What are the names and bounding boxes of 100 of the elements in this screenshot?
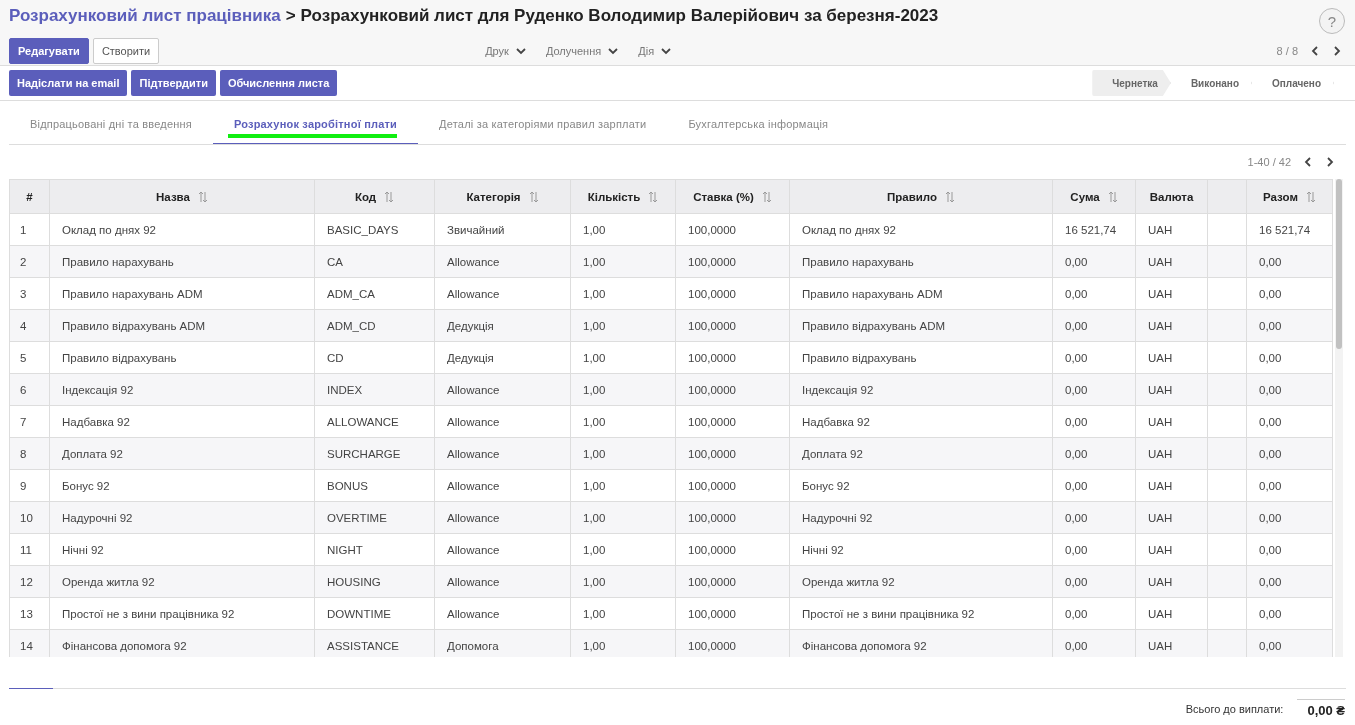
column-header[interactable]: Сума <box>1052 179 1136 214</box>
menu-label[interactable]: Друк <box>485 45 509 57</box>
table-cell: Allowance <box>434 533 571 566</box>
table-cell: Правило нарахувань ADM <box>49 277 315 310</box>
menu-label[interactable]: Долучення <box>545 45 602 57</box>
table-cell: 1,00 <box>570 245 676 278</box>
table-cell: 8 <box>9 437 50 470</box>
action-button[interactable]: Обчислення листа <box>219 70 338 96</box>
table-cell: 3 <box>9 277 50 310</box>
table-cell: 100,0000 <box>675 437 790 470</box>
table-cell: 10 <box>9 501 50 534</box>
table-cell: Звичайний <box>434 213 571 246</box>
table-cell: Allowance <box>434 501 571 534</box>
create-button[interactable]: Створити <box>92 38 160 64</box>
table-cell: 100,0000 <box>675 469 790 502</box>
tab[interactable]: Деталі за категоріями правил зарплати <box>418 118 668 144</box>
table-cell: 6 <box>9 373 50 406</box>
column-header[interactable]: Кількість <box>570 179 676 214</box>
table-cell: Правило відрахувань <box>49 341 315 374</box>
action-button[interactable]: Надіслати на email <box>9 70 128 96</box>
tab[interactable]: Бухгалтерська інформація <box>667 118 850 144</box>
chevron-down-icon[interactable] <box>608 46 619 56</box>
table-cell: Оренда житла 92 <box>49 565 315 598</box>
column-header[interactable]: Правило <box>789 179 1053 214</box>
table-cell: SURCHARGE <box>314 437 435 470</box>
table-cell: 100,0000 <box>675 373 790 406</box>
table-cell: Дедукція <box>434 309 571 342</box>
table-cell: 0,00 <box>1246 341 1333 374</box>
previous-icon[interactable] <box>1310 46 1320 56</box>
table-cell: 100,0000 <box>675 277 790 310</box>
table-cell: 1,00 <box>570 629 676 657</box>
column-header[interactable]: Разом <box>1246 179 1333 214</box>
table-cell: 1,00 <box>570 501 676 534</box>
table-cell: 0,00 <box>1052 597 1136 630</box>
table-cell <box>1207 469 1247 502</box>
column-header[interactable]: Ставка (%) <box>675 179 790 214</box>
table-cell: 0,00 <box>1246 469 1333 502</box>
table-cell: Правило нарахувань <box>49 245 315 278</box>
table-cell: 100,0000 <box>675 597 790 630</box>
table-cell: 13 <box>9 597 50 630</box>
table-cell: ALLOWANCE <box>314 405 435 438</box>
table-cell: 1,00 <box>570 277 676 310</box>
chevron-down-icon[interactable] <box>515 46 526 56</box>
edit-button[interactable]: Редагувати <box>9 38 89 64</box>
table-cell: Індексація 92 <box>49 373 315 406</box>
table-cell: 0,00 <box>1246 437 1333 470</box>
table-cell <box>1207 341 1247 374</box>
table-cell: Правило відрахувань ADM <box>789 309 1053 342</box>
sort-icon <box>1305 191 1316 203</box>
table-cell: UAH <box>1135 309 1208 342</box>
help-button[interactable]: ? <box>1319 8 1345 34</box>
table-cell: UAH <box>1135 437 1208 470</box>
column-header: Валюта <box>1135 179 1208 214</box>
table-cell: 100,0000 <box>675 309 790 342</box>
table-cell: Оклад по днях 92 <box>789 213 1053 246</box>
table-cell: Allowance <box>434 469 571 502</box>
table-cell: 7 <box>9 405 50 438</box>
table-cell: 0,00 <box>1246 405 1333 438</box>
table-cell: Допомога <box>434 629 571 657</box>
next-icon[interactable] <box>1332 46 1342 56</box>
pager-counter: 1-40 / 42 <box>1247 155 1291 168</box>
table-cell: UAH <box>1135 341 1208 374</box>
column-header[interactable]: Назва <box>49 179 315 214</box>
table-cell: Оренда житла 92 <box>789 565 1053 598</box>
tab[interactable]: Відпрацьовані дні та введення <box>9 118 213 144</box>
table-cell: 100,0000 <box>675 213 790 246</box>
table-cell: Allowance <box>434 373 571 406</box>
pager-counter: 8 / 8 <box>1276 45 1298 57</box>
tab[interactable]: Розрахунок заробітної плати <box>212 118 419 144</box>
table-cell: INDEX <box>314 373 435 406</box>
status-step[interactable]: Чернетка <box>1092 70 1171 96</box>
chevron-down-icon[interactable] <box>661 46 672 56</box>
table-cell: 2 <box>9 245 50 278</box>
column-header[interactable]: Код <box>314 179 435 214</box>
total-label: Всього до виплати: <box>1185 702 1284 715</box>
table-cell: 0,00 <box>1052 341 1136 374</box>
next-icon[interactable] <box>1325 156 1335 167</box>
table-cell: Правило нарахувань <box>789 245 1053 278</box>
table-cell: 1,00 <box>570 597 676 630</box>
table-cell: Правило нарахувань ADM <box>789 277 1053 310</box>
menu-label[interactable]: Дія <box>638 45 655 57</box>
table-cell: CD <box>314 341 435 374</box>
table-cell: Правило відрахувань ADM <box>49 309 315 342</box>
table-cell: Доплата 92 <box>789 437 1053 470</box>
table-cell: Простої не з вини працівника 92 <box>49 597 315 630</box>
table-cell: 1,00 <box>570 309 676 342</box>
table-cell: HOUSING <box>314 565 435 598</box>
table-cell: 100,0000 <box>675 245 790 278</box>
table-cell: 0,00 <box>1052 405 1136 438</box>
table-cell: Дедукція <box>434 341 571 374</box>
table-cell: 0,00 <box>1246 245 1333 278</box>
action-button[interactable]: Підтвердити <box>131 70 216 96</box>
table-cell: 1,00 <box>570 565 676 598</box>
table-cell: 100,0000 <box>675 533 790 566</box>
scrollbar-thumb[interactable] <box>1336 179 1342 349</box>
previous-icon[interactable] <box>1303 156 1313 167</box>
table-cell: 0,00 <box>1052 565 1136 598</box>
table-cell: Надбавка 92 <box>49 405 315 438</box>
sort-icon <box>1107 191 1118 203</box>
column-header[interactable]: Категорія <box>434 179 571 214</box>
